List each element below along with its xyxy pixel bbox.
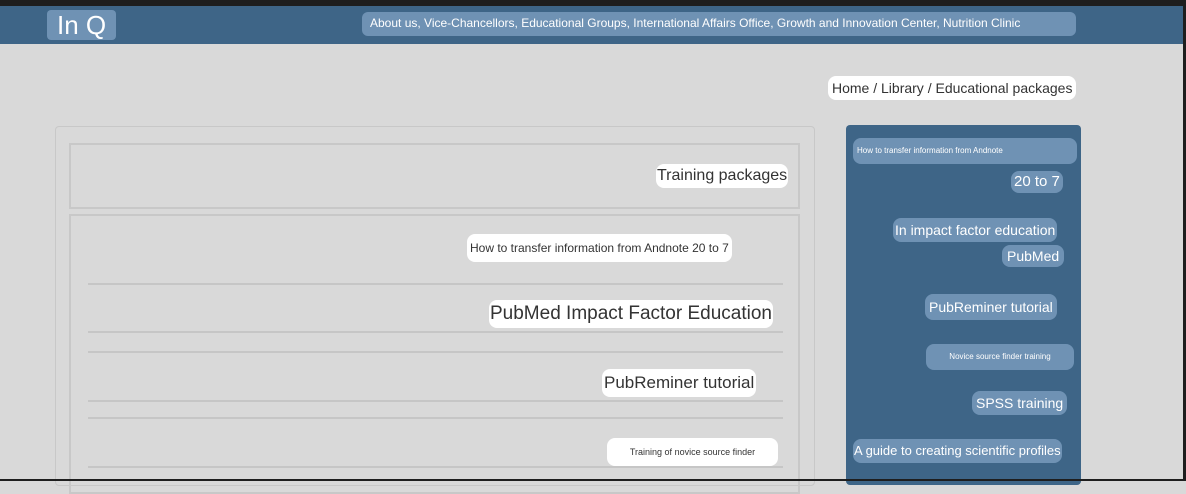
sidebar-item-impact-factor[interactable]: In impact factor education (893, 218, 1058, 242)
section-title: Training packages (656, 164, 789, 188)
sidebar-item-andnote[interactable]: How to transfer information from Andnote (853, 138, 1077, 164)
divider (88, 331, 783, 333)
list-item-pubmed[interactable]: PubMed Impact Factor Education (489, 300, 773, 328)
top-header: In Q About us, Vice-Chancellors, Educati… (0, 0, 1186, 44)
site-logo[interactable]: In Q (47, 10, 117, 40)
sidebar-item-pubmed[interactable]: PubMed (1002, 245, 1065, 267)
main-nav-links[interactable]: About us, Vice-Chancellors, Educational … (370, 16, 1020, 30)
divider (88, 466, 783, 468)
sidebar-item-novice-finder[interactable]: Novice source finder training (926, 344, 1074, 370)
divider (88, 283, 783, 285)
sidebar-item-spss[interactable]: SPSS training (972, 391, 1068, 415)
list-item-novice-finder[interactable]: Training of novice source finder (607, 438, 778, 466)
list-item-andnote[interactable]: How to transfer information from Andnote… (467, 234, 732, 262)
list-item-pubreminer[interactable]: PubReminer tutorial (602, 369, 757, 397)
divider (88, 400, 783, 402)
divider (88, 351, 783, 353)
breadcrumb[interactable]: Home / Library / Educational packages (828, 76, 1077, 100)
sidebar-item-pubreminer[interactable]: PubReminer tutorial (925, 294, 1057, 320)
sidebar-item-scientific-profiles[interactable]: A guide to creating scientific profiles (853, 439, 1062, 463)
sidebar-item-andnote-version[interactable]: 20 to 7 (1011, 171, 1063, 193)
divider (88, 417, 783, 419)
